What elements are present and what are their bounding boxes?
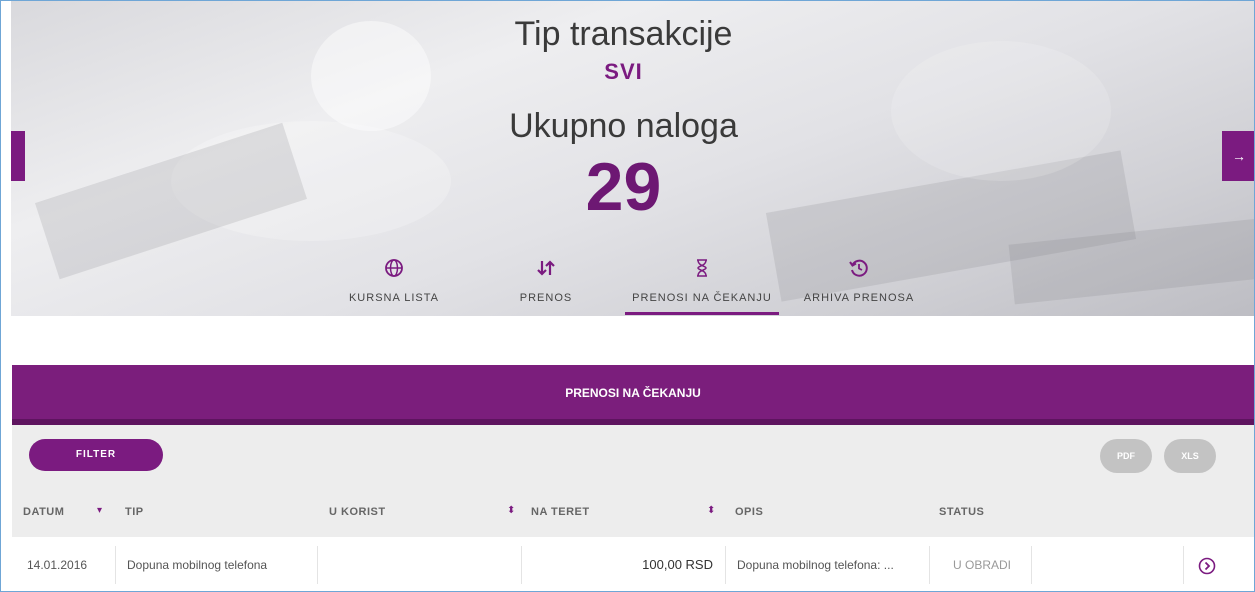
cell-divider bbox=[1183, 546, 1184, 584]
column-header-tip[interactable]: TIP bbox=[125, 506, 144, 518]
tab-arhiva-prenosa[interactable]: ARHIVA PRENOSA bbox=[799, 256, 919, 316]
export-pdf-button[interactable]: PDF bbox=[1100, 439, 1152, 473]
chevron-right-circle-icon[interactable] bbox=[1198, 557, 1216, 575]
cell-na-teret: 100,00 RSD bbox=[642, 557, 713, 572]
cell-datum: 14.01.2016 bbox=[27, 558, 88, 572]
tab-prenos[interactable]: PRENOS bbox=[515, 256, 577, 316]
cell-opis: Dopuna mobilnog telefona: ... bbox=[737, 558, 894, 572]
cell-divider bbox=[929, 546, 930, 584]
history-icon bbox=[849, 259, 868, 277]
filter-button[interactable]: FILTER bbox=[29, 439, 163, 471]
column-header-datum[interactable]: DATUM bbox=[23, 506, 64, 518]
cell-divider bbox=[115, 546, 116, 584]
section-title: PRENOSI NA ČEKANJU bbox=[565, 386, 701, 400]
cell-divider bbox=[1031, 546, 1032, 584]
cell-divider bbox=[725, 546, 726, 584]
column-header-na-teret[interactable]: NA TERET bbox=[531, 506, 590, 518]
export-xls-button[interactable]: XLS bbox=[1164, 439, 1216, 473]
tab-label: PRENOSI NA ČEKANJU bbox=[632, 292, 772, 304]
next-slide-button[interactable]: → bbox=[1222, 131, 1254, 181]
status-badge: U OBRADI bbox=[952, 558, 1011, 572]
prev-slide-button[interactable] bbox=[11, 131, 25, 181]
cell-tip: Dopuna mobilnog telefona bbox=[127, 558, 268, 572]
transaction-type-heading: Tip transakcije bbox=[514, 15, 733, 53]
tab-label: ARHIVA PRENOSA bbox=[803, 292, 915, 304]
cell-divider bbox=[317, 546, 318, 584]
tab-prenosi-na-cekanju[interactable]: PRENOSI NA ČEKANJU bbox=[625, 256, 779, 316]
app-frame: Tip transakcije SVI Ukupno naloga 29 → K… bbox=[0, 0, 1255, 592]
tab-label: KURSNA LISTA bbox=[348, 292, 440, 304]
sort-toggle-icon[interactable]: ⬍ bbox=[707, 505, 715, 516]
hourglass-icon bbox=[697, 259, 707, 277]
main-tabs: KURSNA LISTA PRENOS PRENOSI NA ČEKANJU A… bbox=[1, 256, 1254, 316]
globe-icon bbox=[385, 259, 403, 277]
orders-count-heading: Ukupno naloga bbox=[509, 107, 738, 145]
column-header-u-korist[interactable]: U KORIST bbox=[329, 506, 386, 518]
arrow-right-icon: → bbox=[1232, 148, 1246, 164]
column-header-status[interactable]: STATUS bbox=[939, 506, 984, 518]
sort-toggle-icon[interactable]: ⬍ bbox=[507, 505, 515, 516]
tab-label: PRENOS bbox=[519, 292, 573, 304]
tab-kursna-lista[interactable]: KURSNA LISTA bbox=[343, 256, 445, 316]
transaction-type-value: SVI bbox=[604, 59, 643, 84]
section-header: PRENOSI NA ČEKANJU bbox=[12, 365, 1254, 425]
transfer-arrows-icon bbox=[537, 260, 555, 276]
sort-desc-icon[interactable]: ▾ bbox=[97, 505, 102, 516]
orders-count-value: 29 bbox=[585, 149, 662, 225]
cell-divider bbox=[521, 546, 522, 584]
column-header-opis[interactable]: OPIS bbox=[735, 506, 763, 518]
cell-u-korist bbox=[327, 546, 517, 584]
